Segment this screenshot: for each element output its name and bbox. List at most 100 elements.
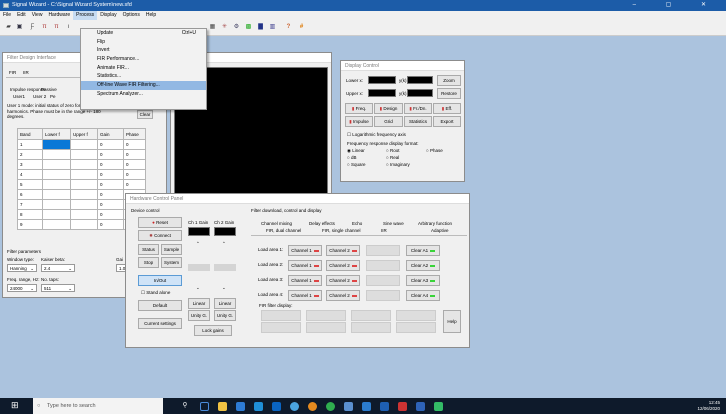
cell[interactable] [42, 149, 71, 160]
default-button[interactable]: Default [138, 300, 182, 311]
clear-a2-button[interactable]: Clear A2 [406, 260, 440, 271]
grid-button[interactable]: Grid [374, 116, 403, 127]
spectrum-icon[interactable]: ▥ [268, 23, 277, 32]
asterisk-icon[interactable]: ✳ [220, 23, 229, 32]
mic-icon[interactable]: ǫ [183, 401, 187, 408]
cell[interactable]: 0 [97, 189, 124, 200]
cell[interactable]: 1 [17, 139, 43, 150]
outlook-icon[interactable] [416, 402, 425, 411]
open-folder-icon[interactable]: ▰ [4, 23, 13, 32]
menu-item-fir-performance[interactable]: FIR Performance... [81, 55, 206, 64]
wave-icon[interactable]: ı [64, 23, 73, 32]
windows-start-icon[interactable]: ⊞ [11, 401, 19, 410]
ch2-up-icon[interactable]: ⌃ [222, 241, 226, 247]
cell[interactable] [42, 209, 71, 220]
load2-channel2-button[interactable]: Channel 2 [326, 260, 360, 271]
word-icon[interactable] [380, 402, 389, 411]
cell[interactable]: 0 [97, 219, 124, 230]
cell[interactable]: 3 [17, 159, 43, 170]
tab-fir-dual[interactable]: FIR, dual channel [266, 228, 301, 233]
cell[interactable]: 0 [97, 149, 124, 160]
cell[interactable]: 0 [97, 169, 124, 180]
load4-channel1-button[interactable]: Channel 1 [288, 290, 322, 301]
cell[interactable]: 0 [97, 209, 124, 220]
y1-input[interactable] [407, 76, 433, 84]
tab-fir-single[interactable]: FIR, single channel [322, 228, 361, 233]
zoom-button[interactable]: Zoom [437, 75, 461, 86]
cell[interactable] [70, 159, 98, 170]
cell[interactable] [42, 199, 71, 210]
subtab-user2[interactable]: User 2 [33, 94, 46, 99]
kaiser-beta-input[interactable]: 2.4 ⌄ [41, 264, 75, 272]
cell[interactable]: 8 [17, 209, 43, 220]
cell[interactable]: 0 [97, 199, 124, 210]
menu-options[interactable]: Options [120, 11, 143, 20]
save-icon[interactable]: ▣ [15, 23, 24, 32]
cell[interactable] [70, 169, 98, 180]
frdn-button[interactable]: ▮ Fr./Dn. [404, 103, 432, 114]
system-tray[interactable]: 12:45 12/06/2020 [697, 400, 720, 412]
reset-button[interactable]: ● Reset [138, 217, 182, 228]
ch2-linear-button[interactable]: Linear [214, 298, 236, 309]
impulse-button[interactable]: ▮ Impulse [345, 116, 373, 127]
load2-channel1-button[interactable]: Channel 1 [288, 260, 322, 271]
cell[interactable] [70, 199, 98, 210]
design-button[interactable]: ▮ Design [374, 103, 403, 114]
menu-process[interactable]: Process [73, 11, 98, 20]
freq-range-select[interactable]: 24000 ⌄ [7, 284, 37, 292]
freq-button[interactable]: ▮ Freq. [345, 103, 373, 114]
ch1-slider[interactable] [188, 264, 210, 271]
current-settings-button[interactable]: Current settings [138, 318, 182, 329]
lower-x-input[interactable] [368, 76, 396, 84]
pi-2-icon[interactable]: π [52, 23, 61, 32]
ie-icon[interactable] [290, 402, 299, 411]
store-icon[interactable] [236, 402, 245, 411]
edge-icon[interactable] [254, 402, 263, 411]
help-button[interactable]: Help [443, 310, 461, 333]
ch1-unity-button[interactable]: Unity G. [188, 310, 210, 321]
statistics-button[interactable]: Statistics [404, 116, 432, 127]
menu-file[interactable]: File [0, 11, 14, 20]
lock-gains-button[interactable]: Lock gains [194, 325, 232, 336]
cell[interactable] [70, 149, 98, 160]
load1-channel1-button[interactable]: Channel 1 [288, 245, 322, 256]
taskbar-search[interactable]: ○ Type here to search [33, 398, 163, 414]
cell[interactable] [42, 219, 71, 230]
eff-button[interactable]: ▮ Eff. [433, 103, 461, 114]
ch1-up-icon[interactable]: ⌃ [196, 241, 200, 247]
chrome-icon[interactable] [326, 402, 335, 411]
cell[interactable]: 2 [17, 149, 43, 160]
ch1-down-icon[interactable]: ⌄ [196, 285, 200, 291]
clear-a3-button[interactable]: Clear A3 [406, 275, 440, 286]
cell[interactable]: 0 [123, 179, 146, 190]
acrobat-icon[interactable] [398, 402, 407, 411]
clear-button[interactable]: Clear [137, 110, 153, 119]
signal-wizard-task-icon[interactable] [434, 402, 443, 411]
cell[interactable] [70, 219, 98, 230]
window-type-select[interactable]: Hanning ⌄ [7, 264, 37, 272]
radio-root[interactable]: ○ Root [386, 148, 399, 153]
load4-channel2-button[interactable]: Channel 2 [326, 290, 360, 301]
cell-selected[interactable] [42, 139, 71, 150]
export-button[interactable]: Export [433, 116, 461, 127]
tab-iir[interactable]: IIR [23, 70, 29, 75]
subtab-pe[interactable]: Pe [50, 94, 56, 99]
cell[interactable]: 0 [123, 169, 146, 180]
cell[interactable] [70, 189, 98, 200]
tab-echo[interactable]: Echo [352, 221, 362, 226]
cell[interactable]: 0 [123, 149, 146, 160]
cell[interactable]: 0 [97, 179, 124, 190]
app-icon-3[interactable] [362, 402, 371, 411]
menu-hardware[interactable]: Hardware [45, 11, 73, 20]
cell[interactable]: 0 [97, 159, 124, 170]
connect-button[interactable]: ✹ Connect [138, 230, 182, 241]
ch2-unity-button[interactable]: Unity G. [214, 310, 236, 321]
chip-icon[interactable]: ▩ [244, 23, 253, 32]
cell[interactable] [70, 179, 98, 190]
cell[interactable]: 5 [17, 179, 43, 190]
system-button[interactable]: System [161, 257, 182, 268]
y2-input[interactable] [407, 89, 433, 97]
cell[interactable] [42, 169, 71, 180]
load1-channel2-button[interactable]: Channel 2 [326, 245, 360, 256]
table-row[interactable]: 4 00 [17, 169, 146, 180]
